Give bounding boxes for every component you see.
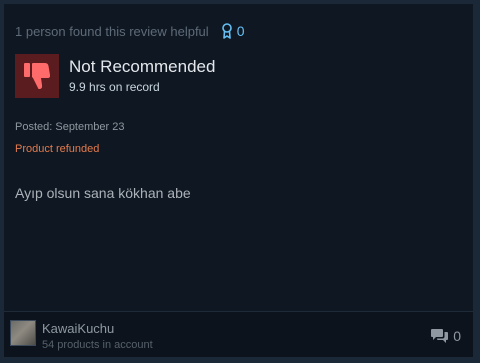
verdict-header: Not Recommended 9.9 hrs on record xyxy=(15,54,215,98)
review-card: 1 person found this review helpful 0 Not… xyxy=(4,4,473,357)
hours-on-record: 9.9 hrs on record xyxy=(69,80,160,94)
posted-date: Posted: September 23 xyxy=(15,121,125,133)
comment-count: 0 xyxy=(453,328,461,344)
verdict-title: Not Recommended xyxy=(69,57,216,76)
review-body-text: Ayıp olsun sana kökhan abe xyxy=(15,185,191,201)
author-name-link[interactable]: KawaiKuchu xyxy=(42,321,114,336)
speech-bubbles-icon xyxy=(431,329,449,343)
author-footer: KawaiKuchu 54 products in account 0 xyxy=(4,311,473,357)
award-count: 0 xyxy=(236,23,245,39)
helpful-count-text: 1 person found this review helpful xyxy=(15,23,209,39)
award-button[interactable]: 0 xyxy=(221,23,245,39)
helpful-row: 1 person found this review helpful 0 xyxy=(15,23,244,39)
thumbs-down-icon xyxy=(24,63,51,89)
comments-button[interactable]: 0 xyxy=(430,328,461,344)
verdict-thumb-box xyxy=(15,54,59,98)
refund-status: Product refunded xyxy=(15,143,100,155)
avatar[interactable] xyxy=(10,320,36,346)
author-products-count: 54 products in account xyxy=(42,339,153,351)
award-ribbon-icon xyxy=(221,23,232,39)
